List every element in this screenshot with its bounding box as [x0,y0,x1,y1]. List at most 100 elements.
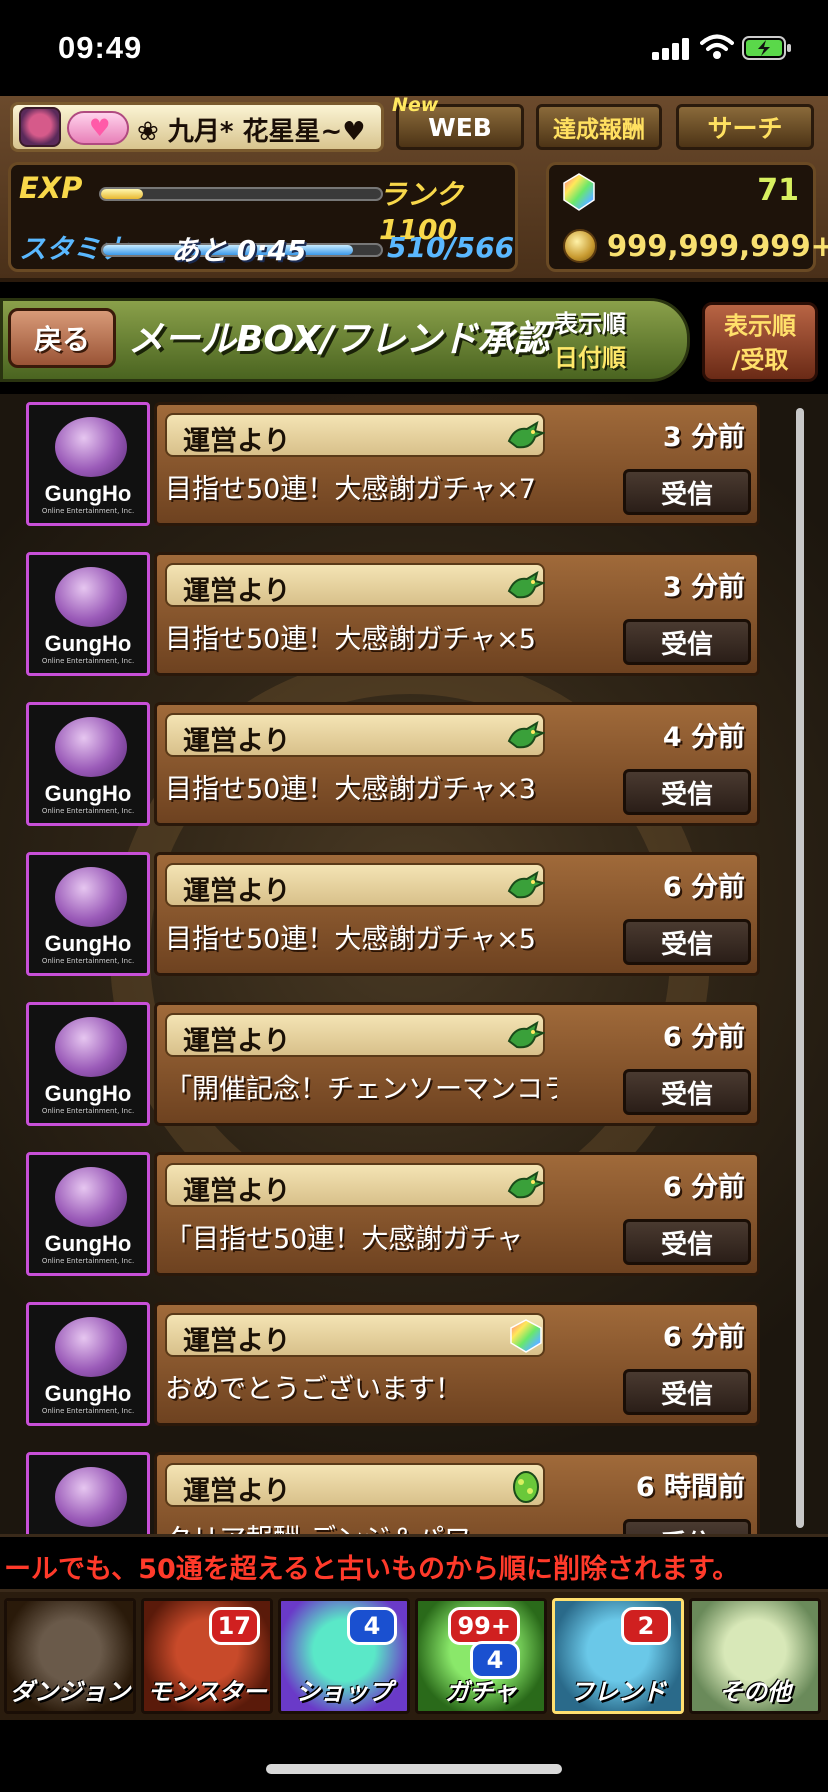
receive-button[interactable]: 受信 [623,469,751,515]
exp-label: EXP [19,171,83,205]
receive-button-label: 受信 [660,479,713,510]
gungho-logo-icon [55,867,127,927]
mail-card[interactable]: 運営より 6 分前 おめでとうございます！ 受信 [154,1302,760,1426]
logo-subtext: Online Entertainment, Inc. [41,1407,135,1415]
search-button[interactable]: サーチ [676,104,814,150]
receive-button[interactable]: 受信 [623,1069,751,1115]
receive-button[interactable]: 受信 [623,1219,751,1265]
nav-badge: 4 [347,1607,397,1645]
sort-receive-button[interactable]: 表示順 /受取 [702,302,818,382]
receive-button-label: 受信 [660,1079,713,1110]
mail-list[interactable]: GungHo Online Entertainment, Inc. 運営より 3… [0,394,828,1534]
sort-order-label: 表示順 [554,310,626,338]
sender-box: 運営より [165,713,546,757]
receive-button[interactable]: 受信 [623,769,751,815]
gungho-logo-icon [55,1467,127,1527]
mail-time: 6 分前 [662,1322,745,1353]
gungho-logo: GungHo Online Entertainment, Inc. [26,852,150,976]
search-button-label: サーチ [707,114,783,143]
nav-dungeon[interactable]: ダンジョン [4,1598,136,1714]
mail-sender: 運営より [183,726,291,757]
receive-button[interactable]: 受信 [623,1519,751,1534]
mail-subject: 目指せ50連！大感謝ガチャ×5 [165,624,536,655]
receive-button-label: 受信 [660,929,713,960]
nav-badge: 99+ [448,1607,520,1645]
stamina-timer: あと 0:45 [171,234,307,267]
nav-friend[interactable]: 2 フレンド [552,1598,684,1714]
receive-button-label: 受信 [661,1524,713,1535]
sort-button-line2: /受取 [731,346,789,374]
mail-item[interactable]: GungHo Online Entertainment, Inc. 運営より 6… [26,1002,760,1126]
heart-icon: ♥ [67,111,129,145]
sender-box: 運営より [165,1013,546,1057]
gungho-logo-icon [55,1167,127,1227]
mail-item[interactable]: GungHo Online Entertainment, Inc. 運営より 6… [26,1302,760,1426]
receive-button[interactable]: 受信 [623,919,751,965]
mail-item[interactable]: GungHo Online Entertainment, Inc. 運営より 6… [26,1152,760,1276]
mail-card[interactable]: 運営より 6 分前 目指せ50連！大感謝ガチャ×5 受信 [154,852,760,976]
coin-icon [563,229,597,263]
mail-item[interactable]: GungHo Online Entertainment, Inc. 運営より 6… [26,1452,760,1534]
receive-button[interactable]: 受信 [623,1369,751,1415]
mail-sender: 運営より [183,1176,291,1207]
receive-button-label: 受信 [660,779,713,810]
bottom-nav: ダンジョン 17 モンスター 4 ショップ 99+ 4 ガチャ 2 フレンド その… [0,1592,828,1720]
home-indicator[interactable] [266,1764,562,1774]
mail-time: 6 時間前 [635,1472,745,1503]
mail-item[interactable]: GungHo Online Entertainment, Inc. 運営より 3… [26,402,760,526]
mail-card[interactable]: 運営より 3 分前 目指せ50連！大感謝ガチャ×5 受信 [154,552,760,676]
mail-card[interactable]: 運営より 6 分前 「開催記念！チェンソーマンコラ 受信 [154,1002,760,1126]
player-name-box[interactable]: ♥ ❀ 九月* 花星星~♥ [10,102,384,152]
nav-label: モンスター [147,1678,267,1706]
nav-shop[interactable]: 4 ショップ [278,1598,410,1714]
mail-card[interactable]: 運営より 3 分前 目指せ50連！大感謝ガチャ×7 受信 [154,402,760,526]
sender-box: 運営より [165,563,546,607]
nav-monster[interactable]: 17 モンスター [141,1598,273,1714]
nav-label: ダンジョン [10,1678,130,1706]
receive-button-label: 受信 [660,629,713,660]
mail-subject: 「開催記念！チェンソーマンコラ [165,1074,557,1105]
egg-icon [507,1469,545,1503]
logo-subtext: Online Entertainment, Inc. [41,1107,135,1115]
logo-text: GungHo [44,481,132,506]
scrollbar[interactable] [796,408,804,1528]
nav-other[interactable]: その他 [689,1598,821,1714]
gungho-logo: GungHo Online Entertainment, Inc. [26,1002,150,1126]
mail-card[interactable]: 運営より 4 分前 目指せ50連！大感謝ガチャ×3 受信 [154,702,760,826]
back-button[interactable]: 戻る [8,308,116,368]
logo-subtext: Online Entertainment, Inc. [41,957,135,965]
signal-icon [652,38,689,60]
mail-sender: 運営より [183,576,291,607]
receive-button[interactable]: 受信 [623,619,751,665]
sort-button-line1: 表示順 [724,312,796,340]
mail-subject: クリア報酬:デンジ＆パワ [165,1517,557,1534]
resources-panel: 71 999,999,999+ [546,162,828,272]
sender-box: 運営より [165,1163,546,1207]
dragon-icon [507,1169,546,1203]
avatar [19,107,61,147]
gungho-logo-icon [55,717,127,777]
mail-card[interactable]: 運営より 6 時間前 クリア報酬:デンジ＆パワ 受信 [154,1452,760,1534]
nav-label: ショップ [296,1678,392,1706]
dragon-icon [507,719,546,753]
nav-gacha[interactable]: 99+ 4 ガチャ [415,1598,547,1714]
sender-box: 運営より [165,1463,545,1507]
mail-sender: 運営より [183,1326,291,1357]
logo-subtext: Online Entertainment, Inc. [41,507,135,515]
achievement-reward-button[interactable]: 達成報酬 [536,104,662,150]
stats-panel: EXP ランク1100 スタミナ あと 0:45 510/566 [8,162,518,272]
gungho-logo-icon [55,1317,127,1377]
receive-button-label: 受信 [660,1379,713,1410]
mail-item[interactable]: GungHo Online Entertainment, Inc. 運営より 6… [26,852,760,976]
sender-box: 運営より [165,863,546,907]
mail-subject: 目指せ50連！大感謝ガチャ×3 [165,774,536,805]
mail-item[interactable]: GungHo Online Entertainment, Inc. 運営より 3… [26,552,760,676]
nav-label: フレンド [570,1678,666,1706]
gungho-logo: GungHo Online Entertainment, Inc. [26,1302,150,1426]
logo-text: GungHo [44,781,132,806]
mail-item[interactable]: GungHo Online Entertainment, Inc. 運営より 4… [26,702,760,826]
mail-card[interactable]: 運営より 6 分前 「目指せ50連！大感謝ガチャ 受信 [154,1152,760,1276]
mail-subject: おめでとうございます！ [165,1374,462,1405]
back-button-label: 戻る [33,323,90,356]
logo-text: GungHo [44,1231,132,1256]
